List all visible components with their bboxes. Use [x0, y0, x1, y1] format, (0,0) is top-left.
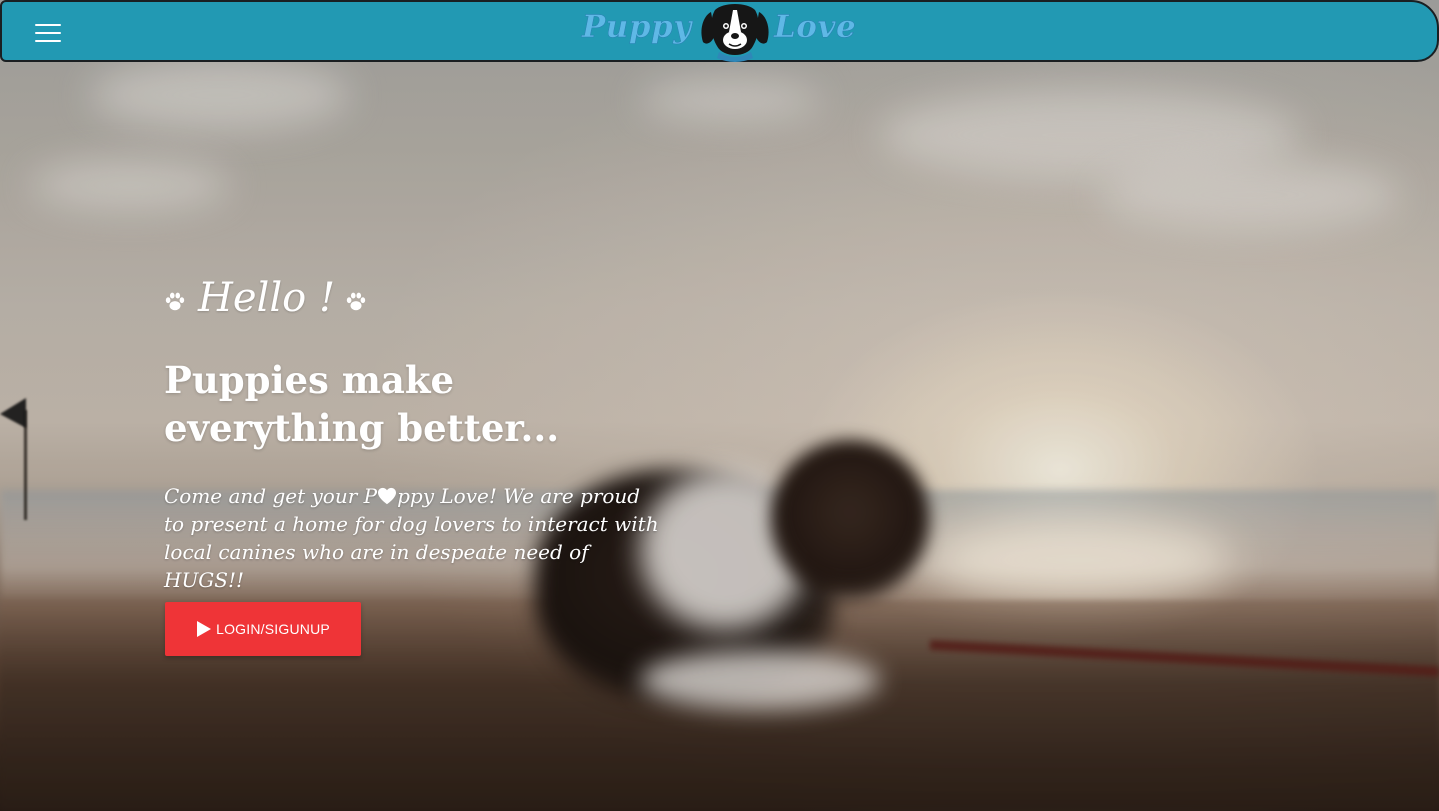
login-signup-label: LOGIN/SIGUNUP: [216, 621, 330, 637]
hero-content: Hello ! Puppies make everything better..…: [164, 268, 684, 594]
brand-word-left: Puppy: [582, 9, 692, 46]
heart-icon: [378, 487, 397, 505]
paw-icon: [346, 292, 366, 311]
paw-icon: [165, 292, 185, 311]
dog-head-icon: [701, 4, 769, 62]
brand-word-right: Love: [774, 9, 857, 46]
login-signup-button[interactable]: LOGIN/SIGUNUP: [165, 602, 361, 656]
play-icon: [197, 621, 212, 637]
hamburger-menu-icon[interactable]: [35, 23, 61, 43]
top-navbar: Puppy Love: [0, 0, 1439, 62]
hero-headline: Puppies make everything better...: [164, 358, 560, 450]
greeting: Hello !: [164, 268, 684, 328]
greeting-text: Hello !: [198, 275, 336, 321]
brand-logo[interactable]: Puppy Love: [580, 2, 862, 62]
hero-tagline: Come and get your P ppy Love! We are pro…: [164, 482, 664, 594]
tagline-part1: Come and get your P: [164, 484, 378, 508]
